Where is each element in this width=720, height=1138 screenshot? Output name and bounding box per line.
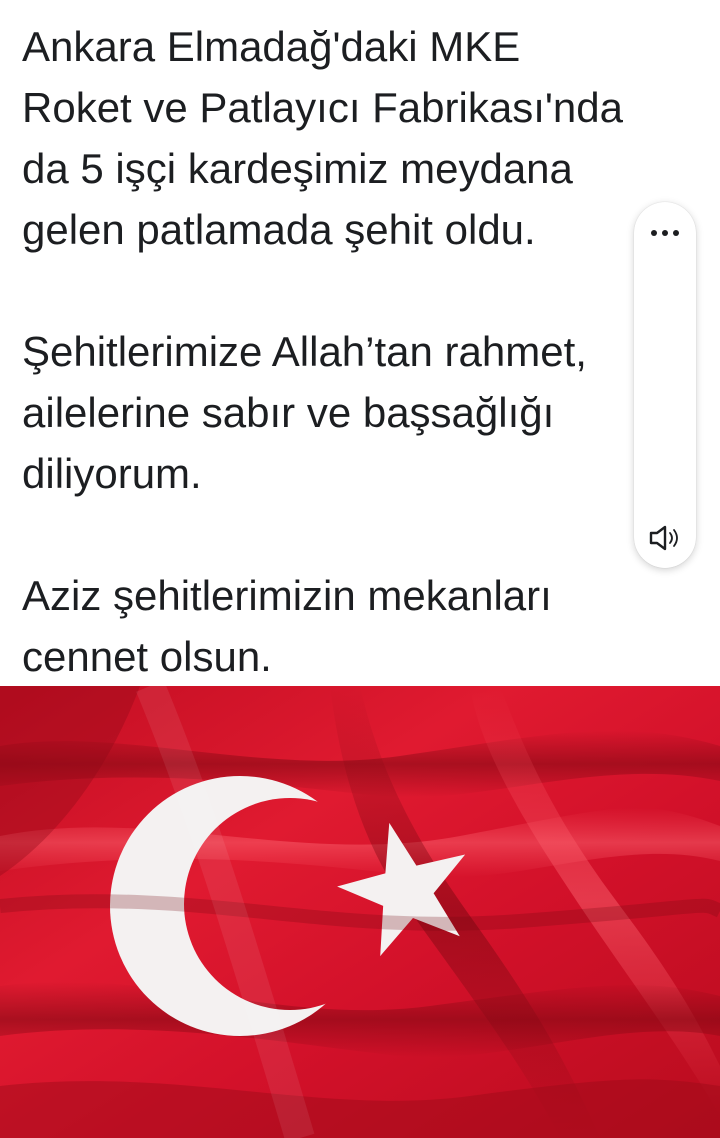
post-text-line: Aziz şehitlerimizin mekanları bbox=[22, 572, 552, 619]
post-text-line: Roket ve Patlayıcı Fabrikası'nda bbox=[22, 84, 623, 131]
more-options-button[interactable] bbox=[639, 212, 691, 254]
speaker-icon bbox=[649, 525, 678, 551]
more-horizontal-icon bbox=[651, 230, 679, 236]
post-text-line: diliyorum. bbox=[22, 450, 202, 497]
post-text-line: ailelerine sabır ve başsağlığı bbox=[22, 389, 555, 436]
post-text-line: gelen patlamada şehit oldu. bbox=[22, 206, 536, 253]
floating-action-panel bbox=[634, 202, 696, 568]
post-text-line: da 5 işçi kardeşimiz meydana bbox=[22, 145, 573, 192]
post-text-line: Ankara Elmadağ'daki MKE bbox=[22, 23, 521, 70]
post-text-line: cennet olsun. bbox=[22, 633, 272, 680]
post-text: Ankara Elmadağ'daki MKE Roket ve Patlayı… bbox=[22, 16, 642, 687]
post-text-line: Şehitlerimize Allah’tan rahmet, bbox=[22, 328, 587, 375]
turkish-flag-graphic bbox=[0, 686, 720, 1138]
turkish-flag-image[interactable] bbox=[0, 686, 720, 1138]
read-aloud-button[interactable] bbox=[643, 518, 687, 558]
post-container: Ankara Elmadağ'daki MKE Roket ve Patlayı… bbox=[0, 0, 720, 1138]
